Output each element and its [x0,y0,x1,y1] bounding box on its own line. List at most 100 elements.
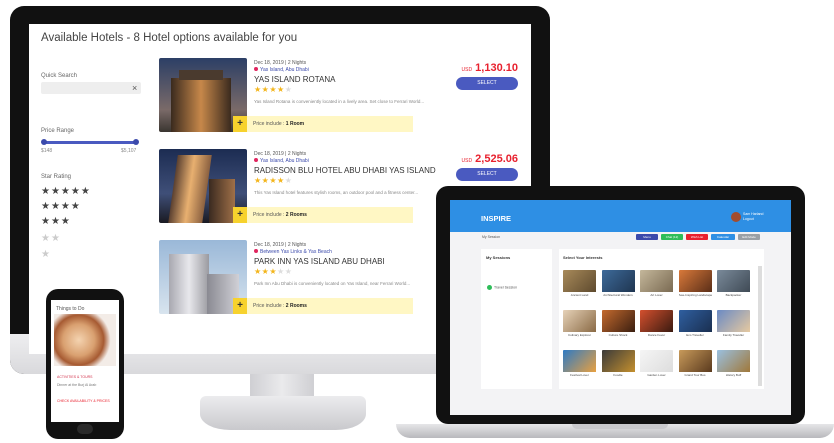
price-currency: USD [461,67,473,73]
star-filled-icon: ★ [277,176,285,185]
interest-label: Family Traveller [717,332,750,339]
mobile-category[interactable]: ACTIVITIES & TOURS [57,375,92,379]
interests-scrollbar[interactable] [758,266,762,386]
interest-label: Culinary Explorer [563,332,596,339]
mobile-screen: Things to Do ACTIVITIES & TOURS Dinner a… [51,300,119,422]
sessions-title: My Sessions [486,255,511,260]
interest-tile[interactable]: Culture Shock [601,310,635,339]
price-slider-min-handle[interactable] [41,139,47,145]
toolbar-button[interactable]: Menu [636,234,658,240]
interest-tile[interactable]: Family Traveller [717,310,750,339]
expand-plus-icon[interactable]: + [233,116,247,132]
hotel-location: Between Yas Links & Yas Beach [254,249,332,255]
interest-tile[interactable]: Eco Traveller [678,310,712,339]
select-hotel-button[interactable]: SELECT [456,77,518,90]
interest-tile[interactable]: Dance Fever [640,310,673,339]
star-filter-3[interactable]: ★★★ [41,217,71,227]
price-slider-max-handle[interactable] [133,139,139,145]
expand-plus-icon[interactable]: + [233,298,247,314]
star-filter-2[interactable]: ★★ [41,234,61,244]
hotel-name[interactable]: RADISSON BLU HOTEL ABU DHABI YAS ISLAND [254,166,436,175]
star-filled-icon: ★ [254,267,262,276]
hotel-star-rating: ★★★★★ [254,85,292,94]
interest-label: Dance Fever [640,332,673,339]
interest-label: Festival Lover [563,372,596,379]
interest-tile[interactable]: Foodie [601,350,635,379]
user-menu[interactable]: Sam Harland Logout [743,212,763,221]
price-max-value: $5,107 [121,148,137,154]
hotel-name[interactable]: YAS ISLAND ROTANA [254,75,336,84]
toolbar-button[interactable]: Edit Mode [738,234,760,240]
interest-tile[interactable]: Festival Lover [563,350,596,379]
interest-label: Garden Lover [640,372,673,379]
interest-label: Eco Traveller [678,332,712,339]
interest-tile[interactable]: Garden Lover [640,350,673,379]
interest-tile[interactable]: Architectural Wonders [601,270,635,299]
rooms-info-strip: Price include : 2 Rooms [247,207,413,223]
hotel-description: Park Inn Abu Dhabi is conveniently locat… [254,281,411,286]
interest-tile[interactable]: Culinary Explorer [563,310,596,339]
mobile-page-title: Things to Do [56,306,85,312]
toolbar-button[interactable]: Chat (12) [661,234,683,240]
laptop-notch [572,424,668,429]
hotel-card[interactable]: + Dec 18, 2019 | 2 Nights Yas Island, Ab… [159,58,529,140]
interest-label: Foodie [601,372,635,379]
toolbar-button[interactable]: Wish List [686,234,708,240]
interest-photo [640,270,673,292]
avatar[interactable] [731,212,741,222]
sessions-panel: My Sessions [481,249,552,389]
food-photo [54,314,116,366]
star-filter-4[interactable]: ★★★★ [41,202,81,212]
logout-link[interactable]: Logout [743,217,763,222]
interest-label: History Buff [717,372,750,379]
star-filter-1[interactable]: ★ [41,250,51,260]
hotel-name[interactable]: PARK INN YAS ISLAND ABU DHABI [254,257,385,266]
rooms-label: Price include : [253,303,286,309]
star-filled-icon: ★ [254,85,262,94]
rooms-label: Price include : [253,121,286,127]
expand-plus-icon[interactable]: + [233,207,247,223]
rooms-label: Price include : [253,212,286,218]
interest-label: Architectural Wonders [601,292,635,299]
interest-photo [678,310,712,332]
interest-label: Ancient Land [563,292,596,299]
toolbar-button[interactable]: Calendar [711,234,735,240]
interest-tile[interactable]: Ancient Land [563,270,596,299]
inspire-app-screen: INSPIRE Sam Harland Logout My Session Men… [450,200,791,415]
interest-label: Awe-Inspiring Landscapes [678,292,712,299]
interest-photo [563,270,596,292]
star-filled-icon: ★ [269,85,278,94]
star-filled-icon: ★ [269,267,278,276]
interest-label: Art Lover [640,292,673,299]
app-logo[interactable]: INSPIRE [481,214,511,223]
rooms-value: 2 Rooms [285,212,307,218]
price-amount: 2,525.06 [475,153,518,165]
star-empty-icon: ★ [284,267,293,276]
price-currency: USD [461,158,473,164]
interest-tile[interactable]: Art Lover [640,270,673,299]
price-range-slider[interactable] [43,141,137,144]
hotel-description: Yas Island Rotana is conveniently locate… [254,99,425,104]
hotel-star-rating: ★★★★★ [254,176,292,185]
interest-photo [678,270,712,292]
rooms-info-strip: Price include : 2 Rooms [247,298,413,314]
select-hotel-button[interactable]: SELECT [456,168,518,181]
quick-search-input[interactable] [41,82,141,94]
interest-tile[interactable]: Backpacker [717,270,750,299]
interest-photo [678,350,712,372]
interest-tile[interactable]: History Buff [717,350,750,379]
interests-title: Select Your Interests [563,255,603,260]
interest-label: Culture Shock [601,332,635,339]
interest-photo [717,310,750,332]
interest-photo [563,350,596,372]
interest-tile[interactable]: Grand Tour Bus [678,350,712,379]
star-filter-5[interactable]: ★★★★★ [41,187,91,197]
interest-tile[interactable]: Awe-Inspiring Landscapes [678,270,712,299]
session-item[interactable]: Travel Session [487,285,517,290]
hotel-price: USD 2,525.06 [456,153,518,165]
interest-photo [601,310,635,332]
hotel-location: Yas Island, Abu Dhabi [254,158,309,164]
clear-search-icon[interactable]: × [132,83,137,93]
mobile-cta-link[interactable]: CHECK AVAILABILITY & PRICES [57,399,110,403]
price-min-value: $148 [41,148,53,154]
